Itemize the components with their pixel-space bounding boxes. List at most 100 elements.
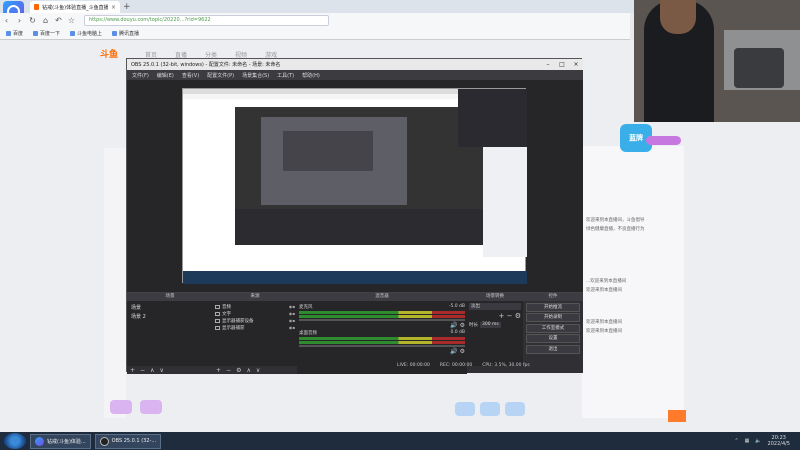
left-panel [104, 148, 126, 418]
bookmark-star-icon[interactable]: ☆ [65, 16, 78, 25]
exit-button[interactable]: 退出 [526, 344, 580, 354]
bookmark-item[interactable]: 百度 [6, 30, 23, 37]
up-icon[interactable]: ∧ [246, 367, 250, 374]
address-bar[interactable]: https://www.douyu.com/topic/20220...?rid… [84, 15, 329, 26]
start-button[interactable] [4, 433, 26, 449]
source-item[interactable]: 文字 ◉▪ [215, 310, 295, 317]
gift-icon[interactable] [110, 400, 132, 414]
obs-status-bar: LIVE: 00:00:00 REC: 00:00:00 CPU: 3.5%, … [397, 363, 530, 368]
cpu-usage: CPU: 3.5%, 30.00 fps [482, 363, 530, 368]
menu-view[interactable]: 查看(V) [182, 72, 199, 79]
network-icon[interactable]: ▦ [745, 438, 750, 444]
level-meter [299, 315, 465, 318]
send-button[interactable] [668, 410, 686, 422]
bookmark-item[interactable]: 百度一下 [33, 30, 60, 37]
clock[interactable]: 20:23 2022/4/5 [768, 435, 790, 447]
transition-select[interactable]: 淡出 [469, 303, 521, 310]
menu-tools[interactable]: 工具(T) [277, 72, 294, 79]
bookmark-item[interactable]: 腾讯直播 [112, 30, 139, 37]
bookmark-icon [33, 31, 39, 36]
reload-icon[interactable]: ↻ [26, 16, 39, 25]
obs-menu-bar: 文件(F) 编辑(E) 查看(V) 配置文件(P) 场景集合(S) 工具(T) … [127, 70, 583, 80]
sources-list: 音频 ◉▪ 文字 ◉▪ 显示器捕获设备 ◉▪ 显示器捕获 ◉▪ [213, 301, 297, 366]
source-item[interactable]: 显示器捕获 ◉▪ [215, 324, 295, 331]
mute-icon[interactable]: 🔊 ⚙ [299, 348, 465, 355]
channel-level: -5.0 dB [448, 304, 465, 309]
bookmark-item[interactable]: 斗鱼电脑上 [70, 30, 102, 37]
browser-app-icon [35, 436, 44, 446]
visibility-icon[interactable]: ◉▪ [289, 318, 295, 323]
add-icon[interactable]: + [216, 367, 221, 374]
new-tab-button[interactable]: + [123, 2, 131, 12]
controls-header: 控件 [523, 293, 583, 301]
scene-item[interactable]: 场景 [129, 303, 211, 312]
menu-help[interactable]: 帮助(H) [302, 72, 320, 79]
remove-icon[interactable]: − [140, 367, 145, 374]
gear-icon[interactable]: ⚙ [236, 367, 241, 374]
mixer-dock: 混音器 麦克风 -5.0 dB 🔊 ⚙ 桌面音频 0.0 dB 🔊 ⚙ [297, 292, 467, 374]
transitions-body: 淡出 + − ⚙ 时长 300 ms [467, 301, 523, 366]
maximize-icon[interactable]: □ [555, 61, 569, 68]
menu-profile[interactable]: 配置文件(P) [207, 72, 234, 79]
start-streaming-button[interactable]: 开始推流 [526, 302, 580, 312]
source-item[interactable]: 显示器捕获设备 ◉▪ [215, 317, 295, 324]
source-icon [215, 311, 220, 316]
bookmark-icon [112, 31, 118, 36]
scenes-header: 场景 [127, 293, 213, 301]
volume-icon[interactable]: 🔈 [755, 438, 761, 444]
menu-file[interactable]: 文件(F) [132, 72, 149, 79]
chat-message: ...欢迎来到本直播间 [586, 279, 627, 284]
obs-preview[interactable] [127, 80, 583, 292]
minimize-icon[interactable]: – [541, 61, 555, 68]
gift-icon[interactable] [480, 402, 500, 416]
duration-input[interactable]: 300 ms [480, 322, 501, 328]
down-icon[interactable]: ∨ [256, 367, 260, 374]
volume-slider[interactable] [299, 345, 465, 347]
visibility-icon[interactable]: ◉▪ [289, 304, 295, 309]
tray-up-icon[interactable]: ⌃ [734, 438, 738, 444]
sources-header: 来源 [213, 293, 297, 301]
right-strip [684, 120, 800, 420]
add-remove-icon[interactable]: + − ⚙ [469, 312, 521, 320]
close-icon[interactable]: × [569, 61, 583, 68]
home-icon[interactable]: ⌂ [39, 16, 52, 25]
add-icon[interactable]: + [130, 367, 135, 374]
gift-icon[interactable] [455, 402, 475, 416]
scenes-list: 场景 场景 2 [127, 301, 213, 366]
source-item[interactable]: 音频 ◉▪ [215, 303, 295, 310]
undo-icon[interactable]: ↶ [52, 16, 65, 25]
mute-icon[interactable]: 🔊 ⚙ [299, 322, 465, 329]
site-logo[interactable]: 斗鱼 [100, 47, 118, 60]
start-recording-button[interactable]: 开始录制 [526, 313, 580, 322]
gift-icon[interactable] [505, 402, 525, 416]
windows-taskbar: 钻戒(斗鱼)体验... OBS 25.0.1 (32-... ⌃ ▦ 🔈 20:… [0, 432, 800, 450]
close-tab-icon[interactable]: × [111, 4, 116, 11]
preview-capture [182, 88, 527, 284]
remove-icon[interactable]: − [226, 367, 231, 374]
mixer-channel: 桌面音频 0.0 dB [299, 330, 465, 336]
volume-slider[interactable] [299, 319, 465, 321]
visibility-icon[interactable]: ◉▪ [289, 311, 295, 316]
settings-button[interactable]: 设置 [526, 334, 580, 343]
studio-mode-button[interactable]: 工作室模式 [526, 323, 580, 333]
chat-panel: 欢迎来到本直播间，斗鱼倡导 绿色健康直播，不良直播行为 ...欢迎来到本直播间 … [582, 146, 684, 418]
gift-badge[interactable] [646, 136, 681, 145]
down-icon[interactable]: ∨ [159, 367, 163, 374]
up-icon[interactable]: ∧ [150, 367, 154, 374]
browser-navbar: ‹ › ↻ ⌂ ↶ ☆ https://www.douyu.com/topic/… [0, 13, 630, 28]
preview-webcam [458, 89, 527, 147]
menu-edit[interactable]: 编辑(E) [157, 72, 174, 79]
visibility-icon[interactable]: ◉▪ [289, 325, 295, 330]
taskbar-app-obs[interactable]: OBS 25.0.1 (32-... [94, 433, 162, 449]
gift-icon[interactable] [140, 400, 162, 414]
source-icon [215, 325, 220, 330]
browser-tab[interactable]: 钻戒(斗鱼)体验直播_斗鱼直播平台 × [30, 1, 120, 13]
level-meter [299, 341, 465, 344]
back-icon[interactable]: ‹ [0, 16, 13, 25]
transitions-dock: 场景转换 淡出 + − ⚙ 时长 300 ms [467, 292, 523, 373]
forward-icon[interactable]: › [13, 16, 26, 25]
scene-item[interactable]: 场景 2 [129, 312, 211, 321]
gift-icons [110, 400, 162, 414]
menu-scene-collection[interactable]: 场景集合(S) [242, 72, 269, 79]
taskbar-app-browser[interactable]: 钻戒(斗鱼)体验... [30, 433, 91, 449]
